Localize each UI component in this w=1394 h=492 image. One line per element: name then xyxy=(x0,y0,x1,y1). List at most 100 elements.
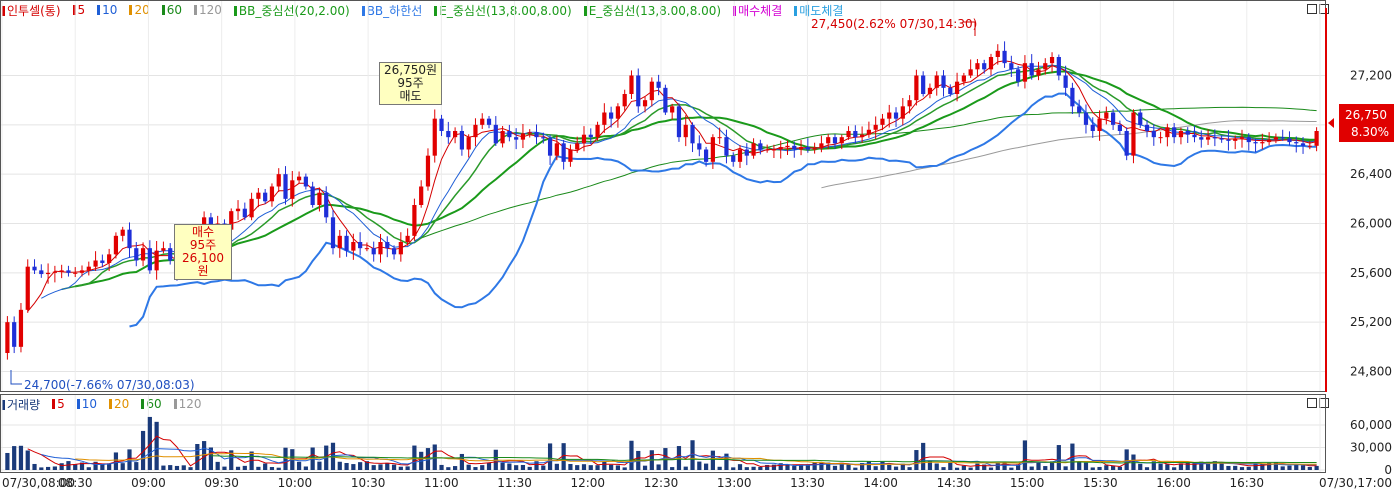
candle xyxy=(724,137,729,156)
volume-bar xyxy=(391,464,397,470)
candle xyxy=(432,118,437,156)
volume-bar xyxy=(731,467,736,470)
candle xyxy=(1124,131,1129,156)
volume-bar xyxy=(846,464,851,470)
candle xyxy=(1029,63,1034,76)
volume-bar xyxy=(1287,465,1292,470)
candle xyxy=(1246,137,1251,143)
candle xyxy=(771,149,777,151)
candle xyxy=(1185,131,1190,135)
volume-bar xyxy=(588,465,593,470)
candle xyxy=(1022,63,1028,82)
volume-bar xyxy=(622,467,627,470)
volume-bar xyxy=(134,462,139,470)
volume-tick-label: 60,000 xyxy=(1350,418,1392,432)
candle xyxy=(147,248,152,271)
candle xyxy=(534,132,539,138)
annotations: 27,450(2.62% 07/30,14:30) 24,700(-7.66% … xyxy=(10,17,1394,392)
candle xyxy=(785,145,790,148)
y-tick-label: 26,400 xyxy=(1350,167,1392,181)
volume-bar xyxy=(1063,466,1068,470)
volume-bar xyxy=(907,467,912,470)
candle xyxy=(358,242,363,249)
volume-bar xyxy=(385,462,390,470)
candle xyxy=(446,131,451,138)
candle xyxy=(1009,63,1014,70)
candle xyxy=(317,192,322,205)
candle xyxy=(554,143,559,156)
candle xyxy=(860,134,865,138)
candle xyxy=(405,235,410,242)
volume-bar xyxy=(717,466,722,470)
x-tick-label: 11:00 xyxy=(424,476,459,490)
candle xyxy=(378,242,383,255)
candle xyxy=(486,118,492,125)
candle xyxy=(324,192,329,218)
volume-bar xyxy=(751,466,756,470)
y-tick-label: 26,000 xyxy=(1350,217,1392,231)
candle xyxy=(161,248,166,251)
volume-bar xyxy=(283,447,288,470)
candle xyxy=(25,266,30,310)
volume-bar xyxy=(398,466,403,470)
candle xyxy=(93,260,98,267)
x-tick-label: 15:00 xyxy=(1010,476,1045,490)
candle xyxy=(995,50,1000,57)
callout-line: 26,100원 xyxy=(182,251,224,278)
candle xyxy=(1131,112,1136,156)
volume-axis: 60,000 30,000 0 xyxy=(1350,418,1392,477)
candle xyxy=(622,94,627,107)
candle xyxy=(954,81,960,94)
candle xyxy=(717,137,722,139)
high-label: 27,450(2.62% 07/30,14:30) xyxy=(811,17,977,31)
candle xyxy=(758,143,763,150)
candle xyxy=(887,112,892,119)
candle xyxy=(1172,127,1177,138)
volume-bar xyxy=(507,463,512,470)
volume-bar xyxy=(317,461,322,470)
volume-bar xyxy=(642,465,648,470)
volume-bar xyxy=(52,466,57,470)
candle xyxy=(839,137,844,144)
candle xyxy=(1056,57,1061,76)
candle xyxy=(507,131,512,138)
candle xyxy=(79,270,85,273)
candle xyxy=(609,112,614,119)
candle xyxy=(134,248,139,261)
volume-bar xyxy=(866,461,871,470)
candle xyxy=(778,147,783,150)
candle xyxy=(330,217,336,249)
volume-bar xyxy=(276,467,281,470)
volume-bar xyxy=(161,465,166,470)
candle xyxy=(168,248,173,261)
volume-bar xyxy=(18,445,24,470)
volume-bar xyxy=(1111,466,1116,470)
candle xyxy=(351,242,356,251)
volume-bar xyxy=(1138,463,1143,470)
candle xyxy=(588,134,593,138)
volume-bar xyxy=(968,467,973,470)
candle xyxy=(242,208,247,218)
volume-bar xyxy=(1233,465,1238,470)
candle xyxy=(425,155,431,187)
volume-bar xyxy=(5,452,10,470)
volume-bar xyxy=(263,463,268,470)
candle xyxy=(819,143,824,149)
volume-bar xyxy=(744,467,749,470)
volume-bar xyxy=(473,467,478,470)
volume-bar xyxy=(961,465,966,470)
volume-tick-label: 0 xyxy=(1384,463,1392,477)
candle xyxy=(670,106,675,113)
candle xyxy=(107,254,112,263)
candle xyxy=(812,148,817,150)
candle xyxy=(710,137,715,162)
volume-bar xyxy=(1009,467,1014,470)
volume-bar xyxy=(1226,465,1231,470)
candle xyxy=(466,137,471,150)
volume-bar xyxy=(1090,467,1095,470)
volume-bar xyxy=(1104,465,1109,470)
candle xyxy=(296,176,302,181)
candle xyxy=(1273,137,1279,140)
volume-bar xyxy=(351,464,356,470)
volume-bar xyxy=(32,463,37,470)
